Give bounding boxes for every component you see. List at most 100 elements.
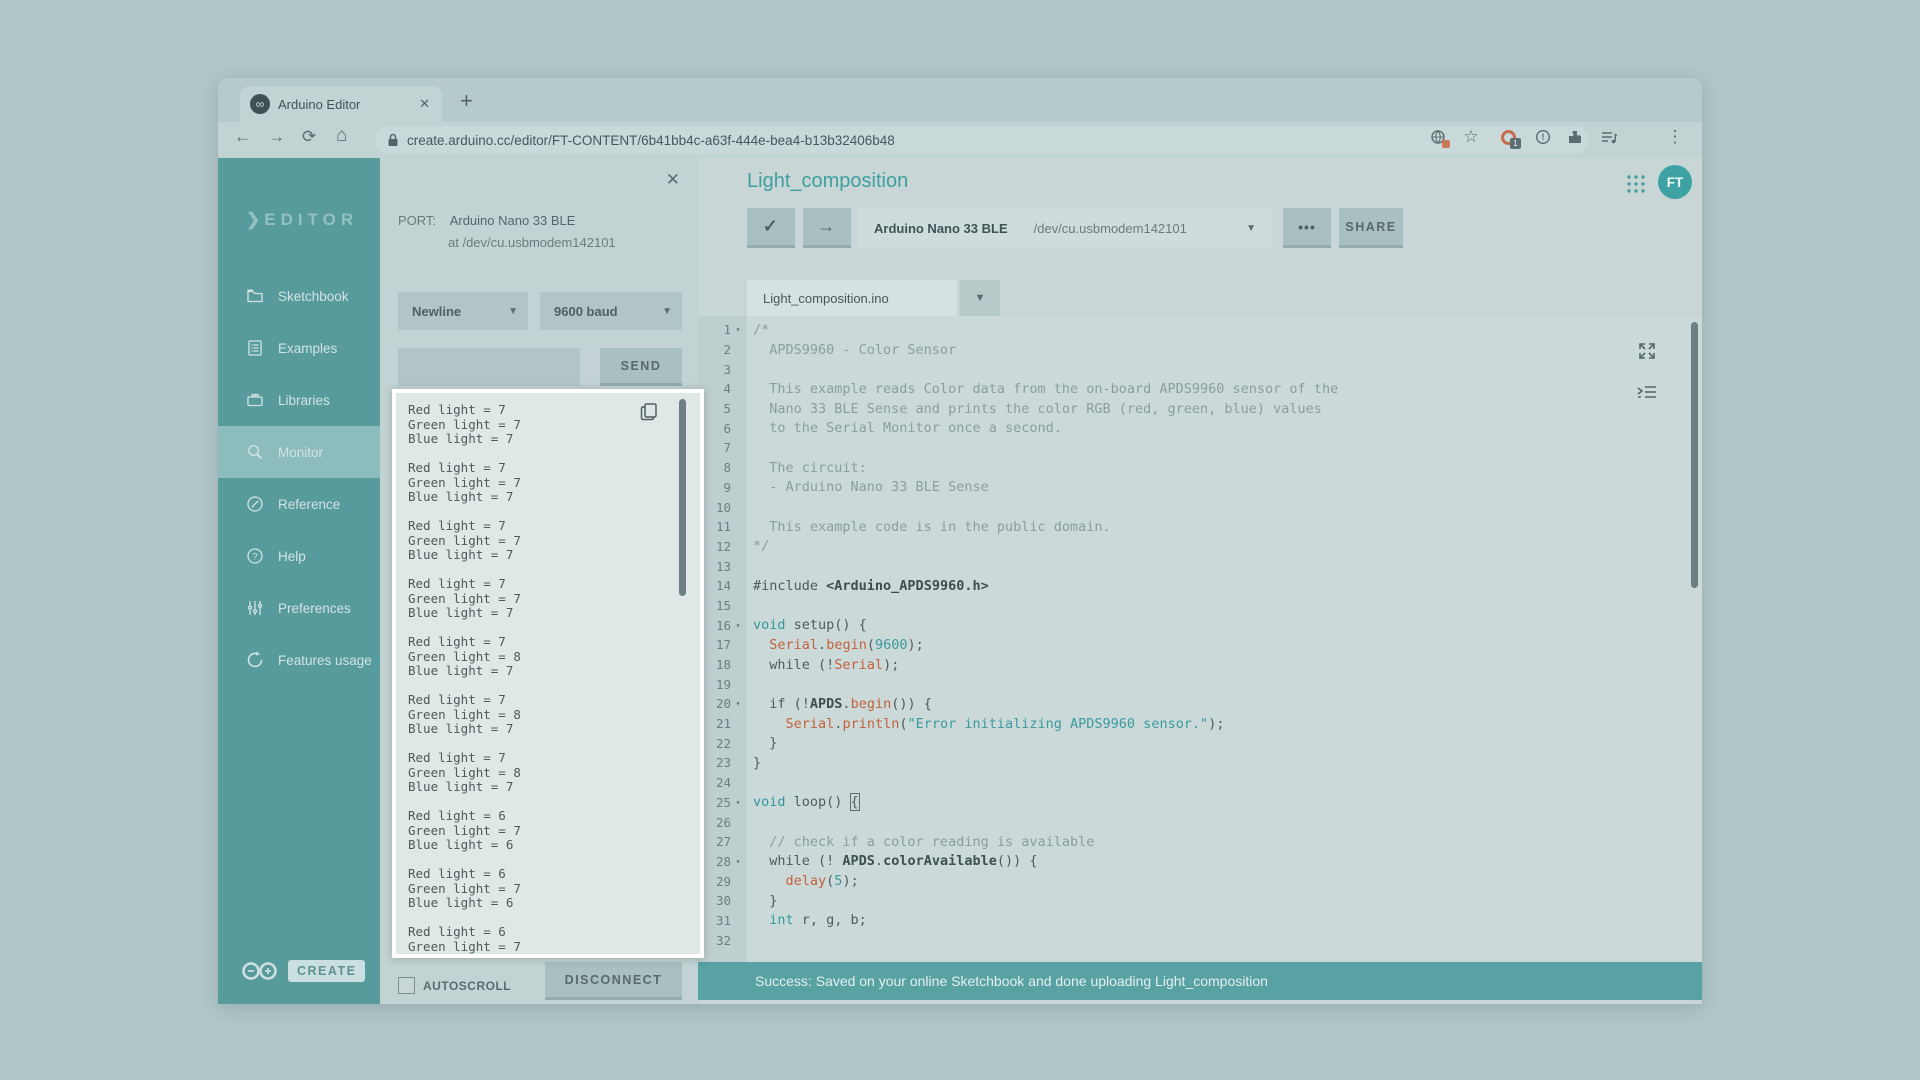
sidebar-item-libraries[interactable]: Libraries <box>218 374 380 426</box>
serial-line: Red light = 7 <box>408 403 670 418</box>
line-ending-select[interactable]: Newline ▼ <box>398 292 528 330</box>
baud-rate-select[interactable]: 9600 baud ▼ <box>540 292 682 330</box>
code-line[interactable]: 2 APDS9960 - Color Sensor <box>698 340 1702 360</box>
console-icon[interactable] <box>1636 384 1658 407</box>
code-line[interactable]: 12*/ <box>698 537 1702 557</box>
sidebar-item-features-usage[interactable]: Features usage <box>218 634 380 686</box>
serial-line: Blue light = 7 <box>408 780 670 795</box>
sidebar-item-reference[interactable]: Reference <box>218 478 380 530</box>
fullscreen-icon[interactable] <box>1636 340 1658 367</box>
lock-icon <box>387 133 399 147</box>
board-select[interactable]: Arduino Nano 33 BLE /dev/cu.usbmodem1421… <box>858 208 1272 248</box>
code-text: Serial.begin(9600); <box>747 637 924 653</box>
code-line[interactable]: 28▾ while (! APDS.colorAvailable()) { <box>698 852 1702 872</box>
svg-text:?: ? <box>252 551 257 562</box>
copy-icon[interactable] <box>638 401 660 423</box>
autoscroll-control[interactable]: AUTOSCROLL <box>398 977 511 994</box>
code-line[interactable]: 10 <box>698 497 1702 517</box>
serial-line: Blue light = 7 <box>408 722 670 737</box>
bookmark-star-icon[interactable]: ☆ <box>1462 128 1480 146</box>
info-icon[interactable]: ! <box>1534 128 1552 146</box>
serial-line: Green light = 7 <box>408 476 670 491</box>
create-label: CREATE <box>288 960 365 982</box>
browser-menu-icon[interactable]: ⋮ <box>1666 128 1684 146</box>
code-line[interactable]: 21 Serial.println("Error initializing AP… <box>698 714 1702 734</box>
editor-logo: ❯EDITOR <box>246 210 358 230</box>
serial-scrollbar[interactable] <box>679 399 686 596</box>
code-line[interactable]: 31 int r, g, b; <box>698 911 1702 931</box>
code-line[interactable]: 32 <box>698 930 1702 950</box>
code-line[interactable]: 11 This example code is in the public do… <box>698 517 1702 537</box>
code-line[interactable]: 1▾/* <box>698 320 1702 340</box>
code-line[interactable]: 14#include <Arduino_APDS9960.h> <box>698 576 1702 596</box>
browser-tab[interactable]: ∞ Arduino Editor ✕ <box>240 86 442 122</box>
extensions-puzzle-icon[interactable] <box>1566 128 1584 146</box>
file-tab[interactable]: Light_composition.ino <box>747 280 957 316</box>
code-line[interactable]: 25▾void loop() { <box>698 793 1702 813</box>
serial-message-input[interactable] <box>398 348 580 386</box>
code-line[interactable]: 4 This example reads Color data from the… <box>698 379 1702 399</box>
editor-scrollbar[interactable] <box>1691 322 1698 588</box>
serial-line: Green light = 7 <box>408 592 670 607</box>
home-icon[interactable]: ⌂ <box>336 125 347 147</box>
board-port: /dev/cu.usbmodem142101 <box>1034 221 1220 236</box>
port-label: PORT: <box>398 213 436 228</box>
code-line[interactable]: 15 <box>698 596 1702 616</box>
avatar[interactable]: FT <box>1658 165 1692 199</box>
line-gutter: 27 <box>698 834 747 849</box>
more-options-button[interactable]: ••• <box>1283 208 1331 248</box>
code-line[interactable]: 20▾ if (!APDS.begin()) { <box>698 694 1702 714</box>
file-tab-menu-button[interactable]: ▼ <box>960 280 1000 316</box>
apps-grid-icon[interactable] <box>1626 174 1646 199</box>
disconnect-button[interactable]: DISCONNECT <box>545 962 682 1000</box>
code-line[interactable]: 9 - Arduino Nano 33 BLE Sense <box>698 478 1702 498</box>
sidebar-item-preferences[interactable]: Preferences <box>218 582 380 634</box>
line-gutter: 3 <box>698 362 747 377</box>
code-line[interactable]: 13 <box>698 556 1702 576</box>
new-tab-button[interactable]: + <box>460 88 473 114</box>
forward-icon[interactable]: → <box>268 127 285 147</box>
address-bar[interactable]: create.arduino.cc/editor/FT-CONTENT/6b41… <box>375 126 1589 154</box>
back-icon[interactable]: ← <box>234 127 251 147</box>
sidebar-item-examples[interactable]: Examples <box>218 322 380 374</box>
code-line[interactable]: 16▾void setup() { <box>698 615 1702 635</box>
code-line[interactable]: 19 <box>698 674 1702 694</box>
code-text: Serial.println("Error initializing APDS9… <box>747 716 1224 732</box>
reload-icon[interactable]: ⟳ <box>302 127 316 147</box>
code-line[interactable]: 5 Nano 33 BLE Sense and prints the color… <box>698 399 1702 419</box>
line-gutter: 32 <box>698 933 747 948</box>
sidebar-item-sketchbook[interactable]: Sketchbook <box>218 270 380 322</box>
share-button[interactable]: SHARE <box>1339 208 1403 248</box>
extension-avatar-icon[interactable]: 1 <box>1499 128 1517 146</box>
code-line[interactable]: 30 } <box>698 891 1702 911</box>
code-line[interactable]: 26 <box>698 812 1702 832</box>
sidebar-item-monitor[interactable]: Monitor <box>218 426 380 478</box>
code-line[interactable]: 6 to the Serial Monitor once a second. <box>698 418 1702 438</box>
code-line[interactable]: 22 } <box>698 733 1702 753</box>
monitor-footer: AUTOSCROLL DISCONNECT <box>380 958 698 1004</box>
serial-output[interactable]: Red light = 7Green light = 7Blue light =… <box>408 403 670 954</box>
code-line[interactable]: 29 delay(5); <box>698 871 1702 891</box>
tab-close-icon[interactable]: ✕ <box>417 96 432 112</box>
translate-icon[interactable] <box>1429 128 1447 146</box>
code-text: */ <box>747 538 769 554</box>
code-text: This example reads Color data from the o… <box>747 381 1338 397</box>
serial-line: Blue light = 7 <box>408 490 670 505</box>
send-button[interactable]: SEND <box>600 348 682 386</box>
code-line[interactable]: 3 <box>698 359 1702 379</box>
code-line[interactable]: 24 <box>698 773 1702 793</box>
monitor-close-icon[interactable]: ✕ <box>666 170 680 190</box>
sidebar-item-help[interactable]: ?Help <box>218 530 380 582</box>
code-editor[interactable]: 1▾/*2 APDS9960 - Color Sensor 3 4 This exa… <box>698 316 1702 962</box>
verify-button[interactable]: ✓ <box>747 208 795 248</box>
sidebar-item-label: Features usage <box>278 653 372 668</box>
code-line[interactable]: 7 <box>698 438 1702 458</box>
upload-button[interactable]: → <box>803 208 851 248</box>
code-line[interactable]: 23} <box>698 753 1702 773</box>
code-line[interactable]: 8 The circuit: <box>698 458 1702 478</box>
playlist-icon[interactable] <box>1600 128 1618 146</box>
autoscroll-checkbox[interactable] <box>398 977 415 994</box>
code-line[interactable]: 27 // check if a color reading is availa… <box>698 832 1702 852</box>
code-line[interactable]: 17 Serial.begin(9600); <box>698 635 1702 655</box>
code-line[interactable]: 18 while (!Serial); <box>698 655 1702 675</box>
